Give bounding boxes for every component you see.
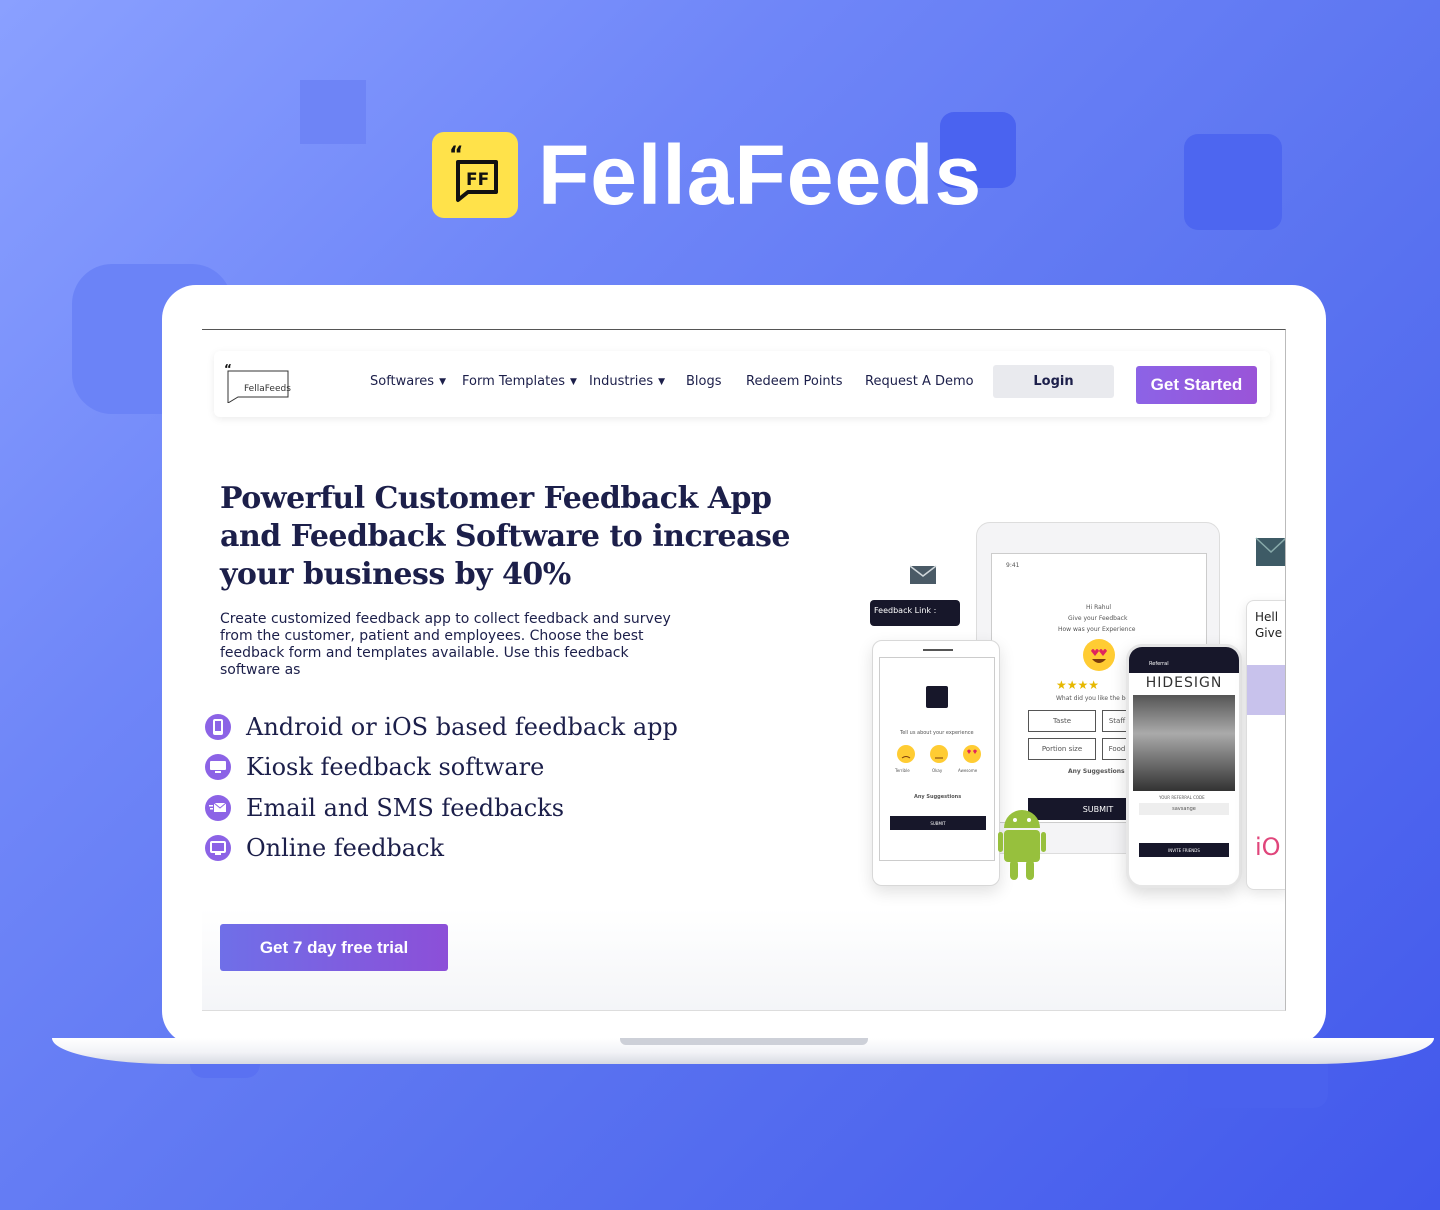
face-label: Awesome: [958, 768, 978, 773]
heart-eyes-emoji-icon: [1083, 639, 1115, 671]
nav-logo-text: FellaFeeds: [244, 384, 291, 394]
login-button[interactable]: Login: [993, 365, 1114, 398]
face-label: Okay: [932, 768, 943, 773]
referral-code: savsange: [1139, 803, 1229, 815]
app-logo-icon: [926, 686, 948, 708]
chevron-down-icon: ▼: [439, 376, 447, 387]
speaker: [923, 649, 953, 651]
hero-title: Powerful Customer Feedback App and Feedb…: [220, 481, 791, 592]
tablet-option: Taste: [1028, 710, 1096, 732]
nav-blogs[interactable]: Blogs: [686, 374, 722, 389]
chevron-down-icon: ▼: [569, 376, 577, 387]
phone-prompt: Tell us about your experience: [900, 730, 974, 736]
free-trial-button[interactable]: Get 7 day free trial: [220, 924, 448, 971]
email-icon: [205, 795, 231, 821]
side-card-line: Give: [1255, 626, 1283, 640]
phone-screen: Tell us about your experience Terrible O…: [879, 657, 995, 861]
phone-icon: [205, 714, 231, 740]
invite-friends-button: INVITE FRIENDS: [1139, 843, 1229, 857]
side-card-mockup: Hell Give iO: [1246, 600, 1285, 890]
nav-logo-icon: “: [224, 362, 289, 404]
tablet-option: Portion size: [1028, 738, 1096, 760]
nav-form-templates[interactable]: Form Templates ▼: [462, 374, 577, 389]
star-rating-icon: ★★★★: [1056, 678, 1100, 692]
tablet-suggestions: Any Suggestions: [1068, 768, 1125, 775]
nav-industries-label: Industries: [589, 374, 654, 389]
laptop-notch: [620, 1038, 868, 1045]
nav-request-demo[interactable]: Request A Demo: [865, 374, 974, 389]
feature-label: Android or iOS based feedback app: [246, 713, 678, 741]
envelope-icon: [1255, 537, 1285, 566]
tablet-prompt: Give your Feedback: [1068, 615, 1128, 622]
tablet-time: 9:41: [1006, 562, 1020, 569]
phone-header: Referral: [1129, 647, 1239, 673]
brand-logo-icon: “ FF: [432, 132, 518, 218]
phone-suggestions: Any Suggestions: [914, 794, 962, 800]
svg-text:“: “: [224, 362, 232, 376]
tablet-greeting: Hi Rahul: [1086, 604, 1112, 611]
feature-label: Email and SMS feedbacks: [246, 794, 565, 822]
brand-header: “ FF FellaFeeds: [432, 130, 982, 220]
side-card-banner: [1247, 665, 1285, 715]
face-label: Terrible: [895, 768, 910, 773]
nav-redeem-points[interactable]: Redeem Points: [746, 374, 843, 389]
phone-header-title: Referral: [1149, 661, 1169, 667]
store-photo: [1133, 695, 1235, 791]
ios-logo-icon: iO: [1255, 833, 1281, 861]
iphone-mockup: Referral HIDESIGN YOUR REFERRAL CODE sav…: [1126, 644, 1242, 888]
envelope-icon: [910, 565, 937, 584]
svg-text:“: “: [449, 143, 463, 168]
side-card-text: Hell Give: [1255, 609, 1282, 641]
referral-code-label: YOUR REFERRAL CODE: [1159, 795, 1205, 800]
nav-softwares-label: Softwares: [370, 374, 435, 389]
decor-square: [300, 80, 366, 144]
get-started-button[interactable]: Get Started: [1136, 366, 1257, 404]
app-illustration: 9:41 Hi Rahul Give your Feedback How was…: [858, 460, 1285, 920]
feedback-link-bubble: Feedback Link :: [870, 600, 960, 626]
svg-text:FF: FF: [466, 170, 489, 190]
nav-industries[interactable]: Industries ▼: [589, 374, 665, 389]
side-card-line: Hell: [1255, 610, 1279, 624]
kiosk-icon: [205, 754, 231, 780]
rating-faces-icon: [897, 745, 981, 763]
chevron-down-icon: ▼: [658, 376, 666, 387]
brand-name: FellaFeeds: [538, 128, 983, 222]
navbar: “ FellaFeeds Softwares ▼ Form Templates ▼ …: [214, 351, 1270, 417]
feature-label: Online feedback: [246, 834, 445, 862]
monitor-icon: [205, 835, 231, 861]
nav-softwares[interactable]: Softwares ▼: [370, 374, 446, 389]
decor-square: [1184, 134, 1282, 230]
android-robot-icon: [998, 810, 1046, 880]
tablet-prompt: How was your Experience: [1058, 626, 1136, 633]
phone-submit: SUBMIT: [890, 816, 986, 830]
feature-label: Kiosk feedback software: [246, 753, 545, 781]
hero-description: Create customized feedback app to collec…: [220, 611, 671, 678]
tablet-question: What did you like the best: [1056, 695, 1135, 702]
nav-form-templates-label: Form Templates: [462, 374, 565, 389]
android-phone-mockup: Tell us about your experience Terrible O…: [872, 640, 1000, 886]
store-name: HIDESIGN: [1145, 675, 1223, 691]
website-preview: “ FellaFeeds Softwares ▼ Form Templates ▼ …: [202, 329, 1286, 1011]
nav-logo[interactable]: “ FellaFeeds: [222, 359, 292, 404]
